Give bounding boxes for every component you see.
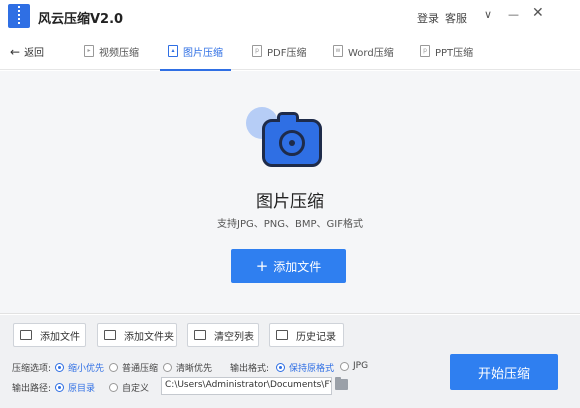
image-file-icon: ▴	[168, 45, 178, 57]
radio-custom-dir[interactable]: 自定义	[109, 381, 149, 394]
service-link[interactable]: 客服	[445, 10, 467, 26]
tab-word-compress[interactable]: w Word压缩	[333, 32, 394, 70]
tab-image-compress[interactable]: ▴ 图片压缩	[160, 32, 231, 71]
word-file-icon: w	[333, 45, 343, 57]
app-logo-icon	[8, 4, 30, 28]
video-file-icon: ▸	[84, 45, 94, 57]
tab-label: PDF压缩	[267, 47, 307, 59]
main-title: 图片压缩	[256, 192, 324, 212]
add-file-button-label: 添加文件	[40, 331, 80, 343]
file-add-icon	[20, 330, 32, 340]
radio-label: 保持原格式	[289, 364, 335, 374]
plus-icon: +	[255, 257, 269, 275]
radio-smallest-first[interactable]: 缩小优先	[55, 361, 104, 374]
login-link[interactable]: 登录	[417, 10, 439, 26]
output-path-label: 输出路径:	[12, 384, 52, 394]
start-compress-button[interactable]: 开始压缩	[450, 354, 558, 390]
add-file-label: 添加文件	[273, 259, 322, 274]
history-icon	[276, 330, 288, 340]
add-folder-button-label: 添加文件夹	[124, 331, 174, 343]
back-label: 返回	[24, 48, 45, 59]
tab-label: Word压缩	[348, 47, 394, 59]
tab-label: PPT压缩	[435, 47, 474, 59]
radio-label: JPG	[353, 361, 369, 371]
title-bar: 风云压缩V2.0 登录 客服 ∨ — ✕	[0, 0, 580, 32]
tab-label: 视频压缩	[99, 47, 139, 59]
radio-keep-format[interactable]: 保持原格式	[276, 361, 334, 374]
tab-ppt-compress[interactable]: p PPT压缩	[420, 32, 473, 70]
close-icon[interactable]: ✕	[532, 6, 544, 20]
radio-label: 自定义	[122, 384, 150, 394]
add-folder-button[interactable]: 添加文件夹	[97, 323, 177, 347]
nav-bar: ← 返回 ▸ 视频压缩 ▴ 图片压缩 p PDF压缩 w Word压缩 p PPT…	[0, 32, 580, 71]
folder-browse-icon[interactable]	[335, 377, 348, 390]
camera-icon	[262, 112, 322, 167]
pdf-file-icon: p	[252, 45, 262, 57]
radio-label: 清晰优先	[176, 364, 213, 374]
bottom-panel: 添加文件 添加文件夹 清空列表 历史记录 压缩选项: 缩小优先 普通压缩 清晰优…	[0, 315, 580, 408]
output-path-field[interactable]: C:\Users\Administrator\Documents\FYCom	[161, 377, 332, 395]
radio-normal-compress[interactable]: 普通压缩	[109, 361, 158, 374]
radio-original-dir[interactable]: 原目录	[55, 381, 95, 394]
app-title: 风云压缩V2.0	[38, 12, 124, 27]
output-format-label: 输出格式:	[230, 364, 270, 374]
clear-list-button-label: 清空列表	[214, 331, 254, 343]
add-file-main-button[interactable]: + 添加文件	[231, 249, 346, 283]
radio-label: 缩小优先	[68, 364, 105, 374]
radio-label: 普通压缩	[122, 364, 159, 374]
history-button[interactable]: 历史记录	[269, 323, 344, 347]
radio-jpg[interactable]: JPG	[340, 361, 368, 371]
add-file-button[interactable]: 添加文件	[13, 323, 86, 347]
back-button[interactable]: ← 返回	[10, 44, 44, 59]
back-arrow-icon: ←	[10, 45, 21, 59]
ppt-file-icon: p	[420, 45, 430, 57]
supported-formats: 支持JPG、PNG、BMP、GIF格式	[217, 219, 363, 230]
minimize-icon[interactable]: —	[508, 8, 519, 22]
drop-area[interactable]: 图片压缩 支持JPG、PNG、BMP、GIF格式 + 添加文件	[0, 71, 580, 314]
radio-clarity-first[interactable]: 清晰优先	[163, 361, 212, 374]
clear-list-button[interactable]: 清空列表	[187, 323, 259, 347]
radio-label: 原目录	[68, 384, 96, 394]
tab-pdf-compress[interactable]: p PDF压缩	[252, 32, 306, 70]
clear-list-icon	[194, 330, 206, 340]
history-button-label: 历史记录	[296, 331, 336, 343]
compress-options-label: 压缩选项:	[12, 364, 52, 374]
folder-add-icon	[104, 330, 116, 340]
chevron-down-icon[interactable]: ∨	[484, 8, 492, 22]
tab-video-compress[interactable]: ▸ 视频压缩	[84, 32, 139, 70]
tab-label: 图片压缩	[183, 47, 223, 59]
